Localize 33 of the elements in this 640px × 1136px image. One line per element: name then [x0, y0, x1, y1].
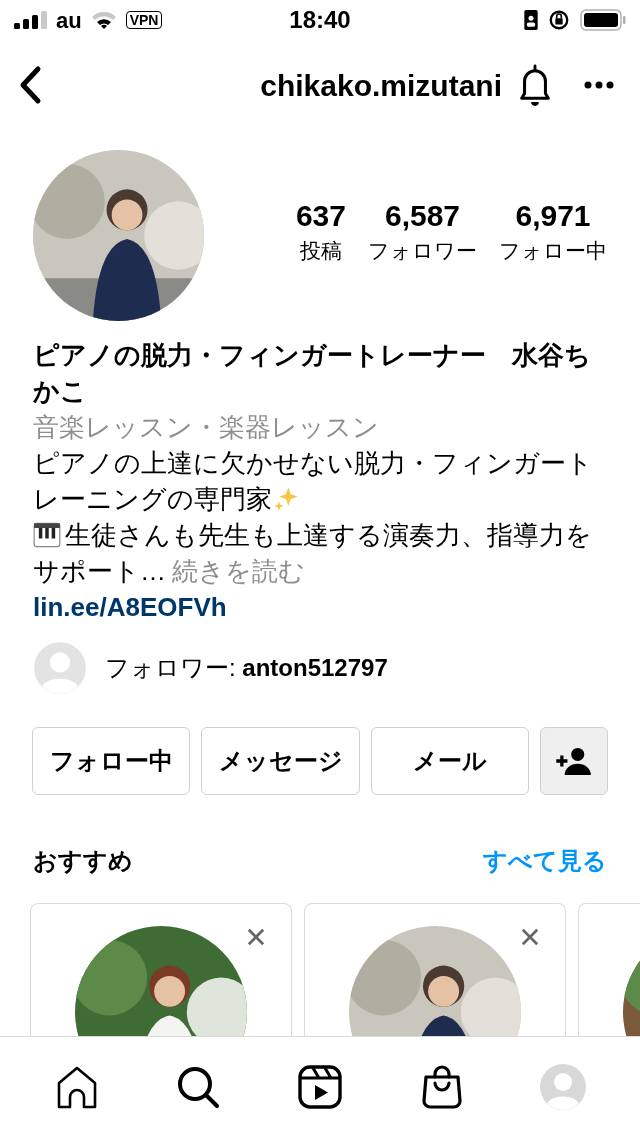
stat-label[interactable]: フォロワー — [368, 235, 477, 266]
video-icon[interactable] — [296, 1062, 344, 1111]
profile-action-button[interactable]: メッセージ — [201, 727, 360, 795]
close-icon[interactable] — [521, 928, 539, 946]
clock: 18:40 — [289, 5, 351, 35]
bio-text: 生徒さんも先生も上達する演奏力、指導力を — [65, 519, 592, 552]
add-person-button[interactable] — [540, 727, 608, 795]
close-icon[interactable] — [247, 928, 265, 946]
section-title: おすすめ — [33, 846, 133, 876]
bio-text: レーニングの専門家 — [33, 483, 272, 516]
bio-text: ピアノの上達に欠かせない脱力・フィンガート — [33, 448, 593, 478]
more-icon[interactable] — [584, 81, 614, 89]
bio-text: サポート… — [33, 555, 166, 588]
carrier: au — [56, 6, 82, 35]
piano-icon — [33, 521, 61, 549]
rotation-lock-icon — [548, 9, 570, 31]
battery-icon — [580, 9, 626, 31]
id-card-icon — [524, 10, 538, 30]
website-link[interactable]: lin.ee/A8EOFVh — [33, 592, 227, 622]
username-title: chikako.mizutani — [260, 67, 502, 104]
stat-label[interactable]: 投稿 — [299, 235, 342, 266]
stat-label[interactable]: フォロー中 — [499, 235, 607, 266]
stat-count[interactable]: 6,587 — [384, 195, 461, 236]
profile-action-button[interactable]: メール — [370, 727, 530, 795]
profile-name: ピアノの脱力・フィンガートレーナー 水谷ちかこ — [33, 339, 592, 408]
followed-by-text[interactable]: フォロワー: anton512797 — [105, 650, 388, 686]
add-person-icon — [555, 747, 594, 775]
profile-category: 音楽レッスン・楽器レッスン — [33, 411, 380, 444]
profile-action-button[interactable]: フォロー中 — [32, 727, 191, 795]
stat-count[interactable]: 637 — [295, 195, 346, 236]
signal-icon — [14, 11, 48, 29]
vpn-badge: VPN — [125, 11, 163, 29]
stat-count[interactable]: 6,971 — [515, 195, 591, 236]
